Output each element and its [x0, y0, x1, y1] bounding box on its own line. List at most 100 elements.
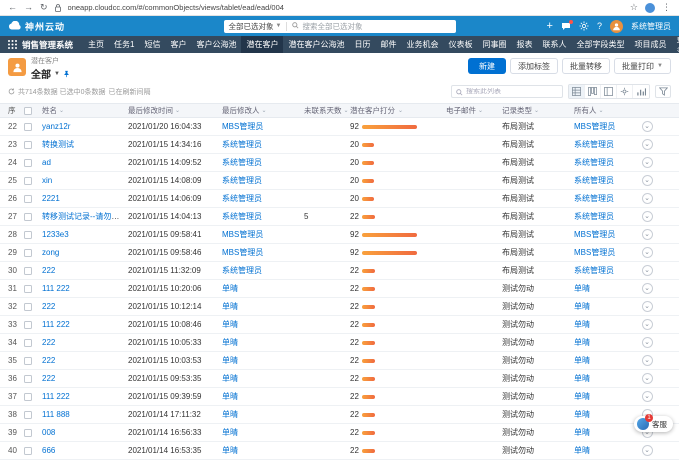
row-action-button[interactable]: ⌄ — [642, 211, 653, 222]
nav-more-dropdown[interactable]: 更多 ▼ — [671, 34, 679, 56]
sort-chevron-icon[interactable]: ⌄ — [262, 107, 267, 114]
row-action-button[interactable]: ⌄ — [642, 301, 653, 312]
new-button[interactable]: 新建 — [468, 58, 506, 74]
sort-chevron-icon[interactable]: ⌄ — [175, 107, 180, 114]
owner-link[interactable]: 单晴 — [574, 338, 590, 347]
table-row[interactable]: 24 ad 2021/01/15 14:09:52 系统管理员 20 布局测试 … — [0, 154, 679, 172]
action-button-2[interactable]: 批量打印▼ — [614, 58, 671, 74]
owner-link[interactable]: 系统管理员 — [574, 266, 614, 275]
column-header-8[interactable]: 所有人⌄ — [574, 105, 636, 116]
table-row[interactable]: 28 1233e3 2021/01/15 09:58:41 MBS管理员 92 … — [0, 226, 679, 244]
lead-name-link[interactable]: zong — [42, 248, 59, 257]
kanban-view-icon[interactable] — [585, 85, 601, 98]
logo[interactable]: 神州云动 — [8, 17, 65, 35]
table-row[interactable]: 33 111 222 2021/01/15 10:08:46 单晴 22 测试勿… — [0, 316, 679, 334]
nav-item-13[interactable]: 联系人 — [537, 36, 571, 53]
column-header-2[interactable]: 最后修改时间⌄ — [128, 105, 222, 116]
lead-name-link[interactable]: xin — [42, 176, 52, 185]
table-row[interactable]: 25 xin 2021/01/15 14:08:09 系统管理员 20 布局测试… — [0, 172, 679, 190]
nav-item-11[interactable]: 同事圈 — [477, 36, 511, 53]
table-row[interactable]: 30 222 2021/01/15 11:32:09 系统管理员 22 布局测试… — [0, 262, 679, 280]
sort-chevron-icon[interactable]: ⌄ — [398, 107, 403, 114]
action-button-1[interactable]: 批量转移 — [562, 58, 610, 74]
chat-widget[interactable]: 1 客服 — [634, 416, 673, 432]
table-row[interactable]: 38 111 888 2021/01/14 17:11:32 单晴 22 测试勿… — [0, 406, 679, 424]
table-row[interactable]: 35 222 2021/01/15 10:03:53 单晴 22 测试勿动 单晴… — [0, 352, 679, 370]
last-modified-by-link[interactable]: MBS管理员 — [222, 248, 263, 257]
table-row[interactable]: 31 111 222 2021/01/15 10:20:06 单晴 22 测试勿… — [0, 280, 679, 298]
browser-menu-icon[interactable]: ⋮ — [662, 3, 671, 12]
chevron-down-icon[interactable]: ▼ — [54, 71, 60, 77]
owner-link[interactable]: MBS管理员 — [574, 248, 615, 257]
lead-name-link[interactable]: 222 — [42, 374, 55, 383]
owner-link[interactable]: 单晴 — [574, 374, 590, 383]
split-view-icon[interactable] — [601, 85, 617, 98]
last-modified-by-link[interactable]: MBS管理员 — [222, 230, 263, 239]
url-bar[interactable]: oneapp.cloudcc.com/#/commonObjects/views… — [68, 3, 623, 12]
user-avatar[interactable] — [610, 20, 623, 33]
owner-link[interactable]: MBS管理员 — [574, 230, 615, 239]
column-header-5[interactable]: 潜在客户打分⌄ — [350, 105, 446, 116]
owner-link[interactable]: 单晴 — [574, 284, 590, 293]
owner-link[interactable]: MBS管理员 — [574, 122, 615, 131]
refresh-icon[interactable] — [8, 88, 15, 95]
row-checkbox[interactable] — [24, 357, 32, 365]
nav-item-15[interactable]: 项目成员 — [629, 36, 671, 53]
lead-name-link[interactable]: 222 — [42, 356, 55, 365]
app-launcher-icon[interactable] — [8, 40, 17, 49]
nav-item-2[interactable]: 短信 — [139, 36, 165, 53]
sort-chevron-icon[interactable]: ⌄ — [599, 107, 604, 114]
lead-name-link[interactable]: ad — [42, 158, 51, 167]
row-action-button[interactable]: ⌄ — [642, 265, 653, 276]
row-action-button[interactable]: ⌄ — [642, 337, 653, 348]
row-action-button[interactable]: ⌄ — [642, 229, 653, 240]
row-action-button[interactable]: ⌄ — [642, 283, 653, 294]
row-checkbox[interactable] — [24, 195, 32, 203]
lead-name-link[interactable]: 转移测试记录--请勿修改 — [42, 212, 127, 221]
row-checkbox[interactable] — [24, 267, 32, 275]
back-icon[interactable]: ← — [8, 3, 17, 12]
lead-name-link[interactable]: 111 888 — [42, 410, 70, 419]
chart-view-icon[interactable] — [633, 85, 649, 98]
view-selector[interactable]: 全部 — [31, 66, 51, 81]
row-checkbox[interactable] — [24, 375, 32, 383]
nav-item-8[interactable]: 邮件 — [375, 36, 401, 53]
lead-name-link[interactable]: 转换测试 — [42, 140, 74, 149]
row-action-button[interactable]: ⌄ — [642, 391, 653, 402]
user-name[interactable]: 系统管理员 — [631, 21, 671, 32]
settings-gear-icon[interactable] — [617, 85, 633, 98]
column-header-4[interactable]: 未联系天数⌄ — [294, 105, 350, 116]
table-row[interactable]: 27 转移测试记录--请勿修改 2021/01/15 14:04:13 系统管理… — [0, 208, 679, 226]
owner-link[interactable]: 单晴 — [574, 356, 590, 365]
column-header-1[interactable]: 姓名⌄ — [42, 105, 128, 116]
row-action-button[interactable]: ⌄ — [642, 247, 653, 258]
sort-chevron-icon[interactable]: ⌄ — [59, 107, 64, 114]
nav-item-4[interactable]: 客户公海池 — [191, 36, 241, 53]
row-checkbox[interactable] — [24, 159, 32, 167]
row-action-button[interactable]: ⌄ — [642, 193, 653, 204]
lead-name-link[interactable]: 2221 — [42, 194, 60, 203]
row-checkbox[interactable] — [24, 249, 32, 257]
list-search-input[interactable] — [466, 88, 558, 95]
row-action-button[interactable]: ⌄ — [642, 175, 653, 186]
row-action-button[interactable]: ⌄ — [642, 157, 653, 168]
row-checkbox[interactable] — [24, 393, 32, 401]
lead-name-link[interactable]: 111 222 — [42, 284, 70, 293]
column-header-0[interactable]: 序 — [0, 105, 24, 116]
pin-icon[interactable] — [63, 70, 70, 78]
row-action-button[interactable]: ⌄ — [642, 319, 653, 330]
lead-name-link[interactable]: 008 — [42, 428, 55, 437]
sort-chevron-icon[interactable]: ⌄ — [344, 107, 349, 114]
last-modified-by-link[interactable]: 系统管理员 — [222, 266, 262, 275]
lead-name-link[interactable]: 111 222 — [42, 392, 70, 401]
nav-item-0[interactable]: 主页 — [83, 36, 109, 53]
last-modified-by-link[interactable]: 单晴 — [222, 428, 238, 437]
owner-link[interactable]: 系统管理员 — [574, 176, 614, 185]
last-modified-by-link[interactable]: MBS管理员 — [222, 122, 263, 131]
lead-name-link[interactable]: 222 — [42, 338, 55, 347]
owner-link[interactable]: 单晴 — [574, 320, 590, 329]
column-header-6[interactable]: 电子邮件⌄ — [446, 105, 502, 116]
last-modified-by-link[interactable]: 系统管理员 — [222, 158, 262, 167]
table-row[interactable]: 37 111 222 2021/01/15 09:39:59 单晴 22 测试勿… — [0, 388, 679, 406]
nav-item-6[interactable]: 潜在客户公海池 — [283, 36, 349, 53]
